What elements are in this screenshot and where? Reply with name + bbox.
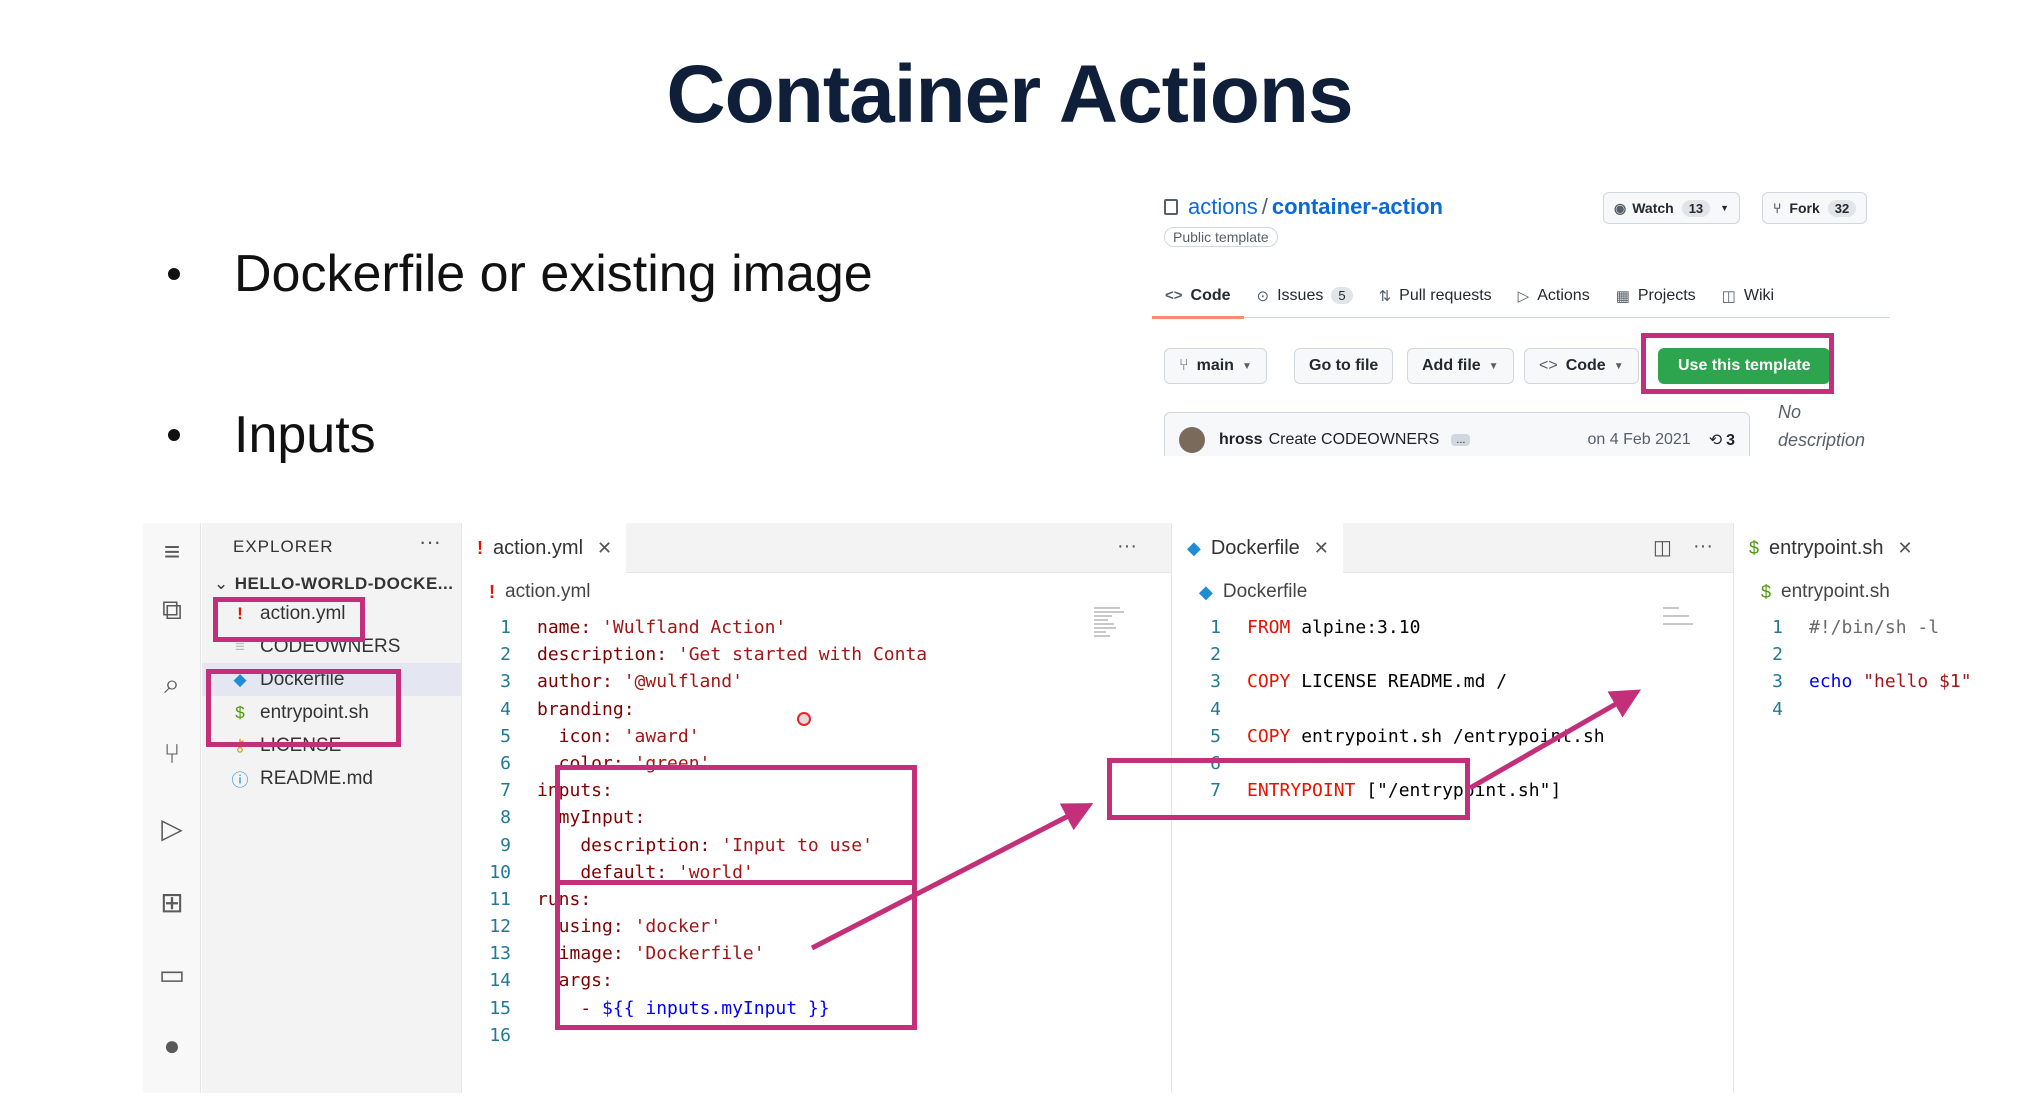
cursor-dot: [797, 712, 811, 726]
arrow-image-to-dockerfile: [810, 803, 1094, 951]
annotation-arrows: [797, 689, 1641, 951]
arrow-entrypoint-to-script: [1468, 689, 1641, 791]
